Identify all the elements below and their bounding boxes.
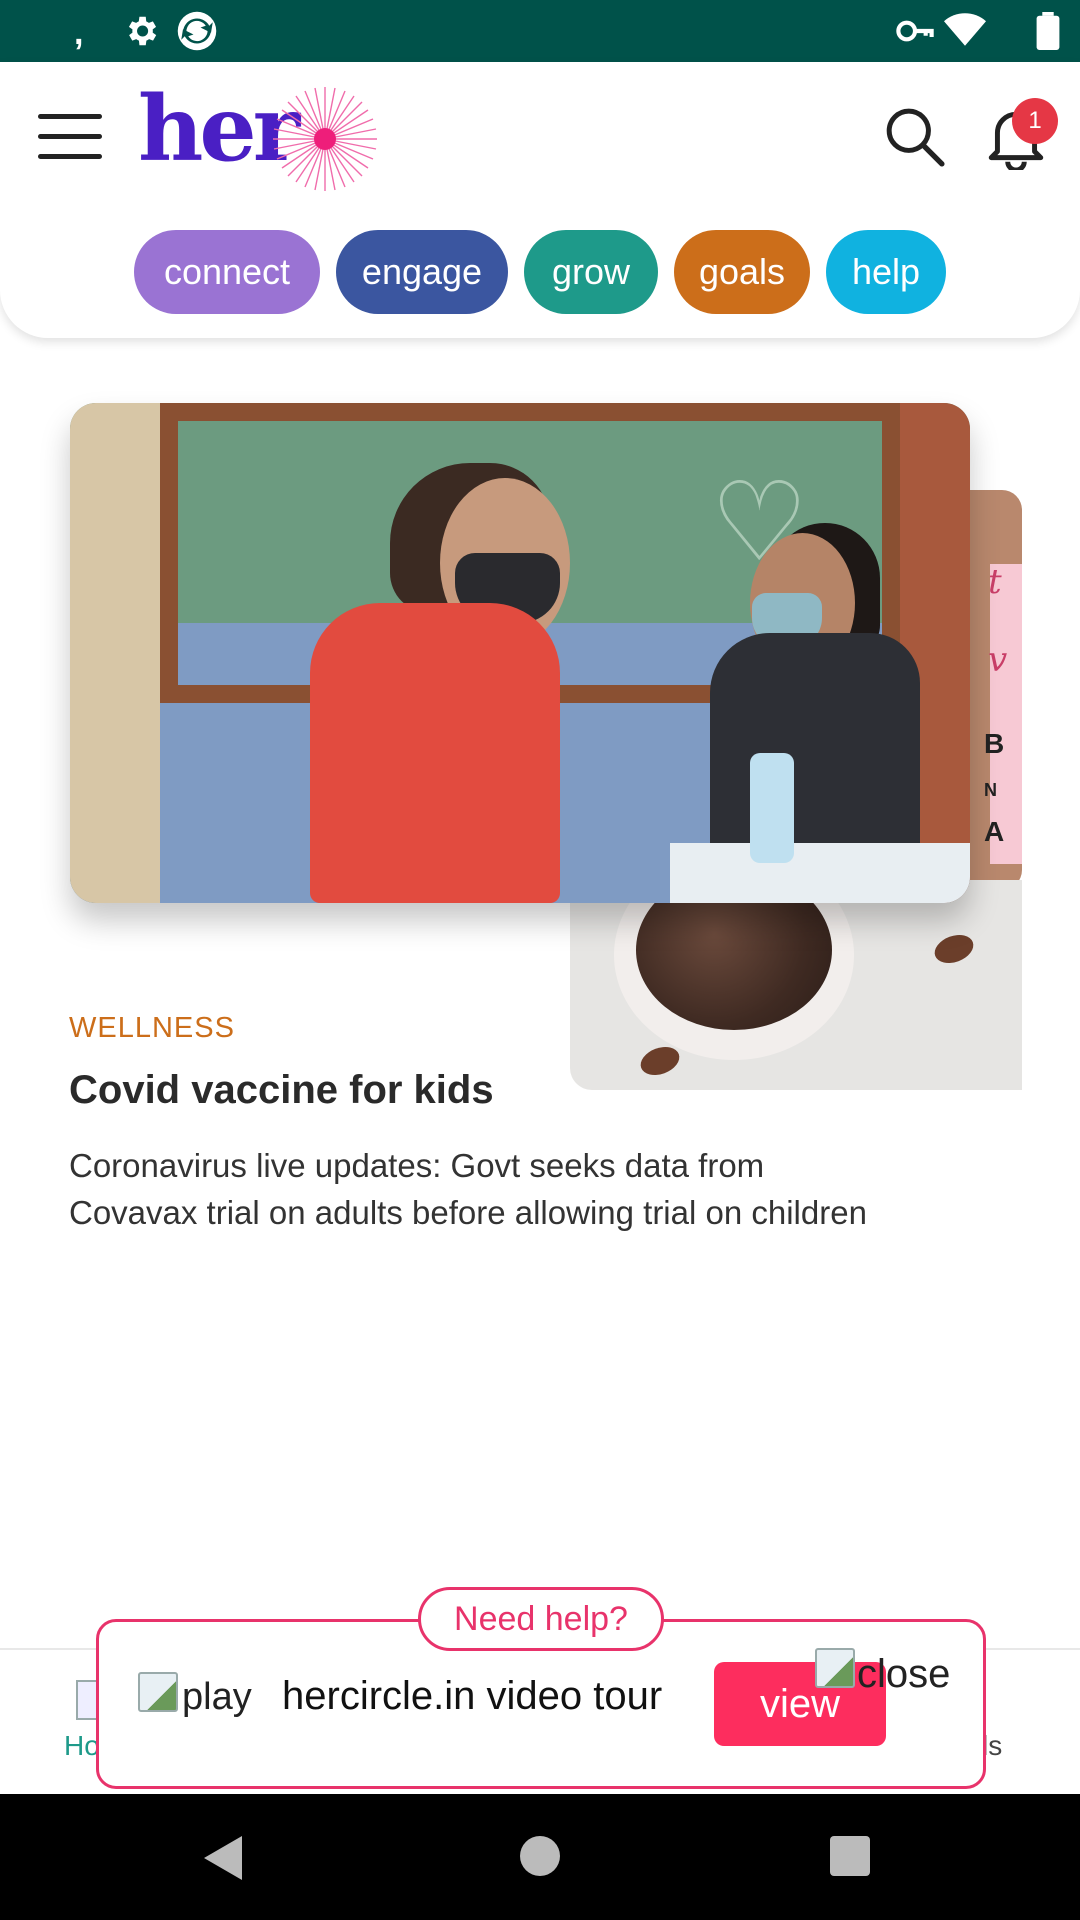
video-tour-text: hercircle.in video tour — [282, 1674, 663, 1718]
article-title[interactable]: Covid vaccine for kids — [69, 1068, 494, 1113]
status-text: , — [74, 14, 84, 52]
vpn-key-icon — [896, 20, 934, 42]
category-pills: connect engage grow goals help — [134, 230, 946, 314]
system-nav-bar — [0, 1794, 1080, 1920]
status-bar: , — [0, 0, 1080, 62]
pill-help[interactable]: help — [826, 230, 946, 314]
menu-icon[interactable] — [38, 114, 102, 162]
close-icon[interactable]: close — [815, 1648, 965, 1708]
need-help-tab: Need help? — [418, 1587, 664, 1651]
logo-burst-icon — [273, 87, 377, 191]
app-header: her 1 connect engage grow goals help — [0, 62, 1080, 338]
pill-grow[interactable]: grow — [524, 230, 658, 314]
featured-article-image[interactable]: ♡ — [70, 403, 970, 903]
carousel-card-second[interactable] — [570, 880, 1022, 1090]
home-button-icon[interactable] — [520, 1836, 560, 1876]
pill-engage[interactable]: engage — [336, 230, 508, 314]
recents-icon[interactable] — [830, 1836, 870, 1876]
nav-home-label[interactable]: Ho — [64, 1730, 100, 1762]
search-icon[interactable] — [884, 106, 946, 168]
logo[interactable]: her — [138, 82, 388, 194]
pill-goals[interactable]: goals — [674, 230, 810, 314]
wifi-icon — [944, 13, 986, 46]
play-alt-text: play — [182, 1676, 252, 1718]
app-notification-icon — [177, 11, 217, 51]
notification-badge: 1 — [1012, 98, 1058, 144]
article-category: WELLNESS — [69, 1012, 235, 1044]
back-icon[interactable] — [204, 1836, 242, 1880]
settings-gear-icon — [128, 16, 157, 46]
battery-icon — [1036, 12, 1060, 50]
article-summary: Coronavirus live updates: Govt seeks dat… — [69, 1147, 867, 1231]
pill-connect[interactable]: connect — [134, 230, 320, 314]
play-icon[interactable]: play — [138, 1672, 258, 1732]
close-alt-text: close — [857, 1652, 951, 1696]
